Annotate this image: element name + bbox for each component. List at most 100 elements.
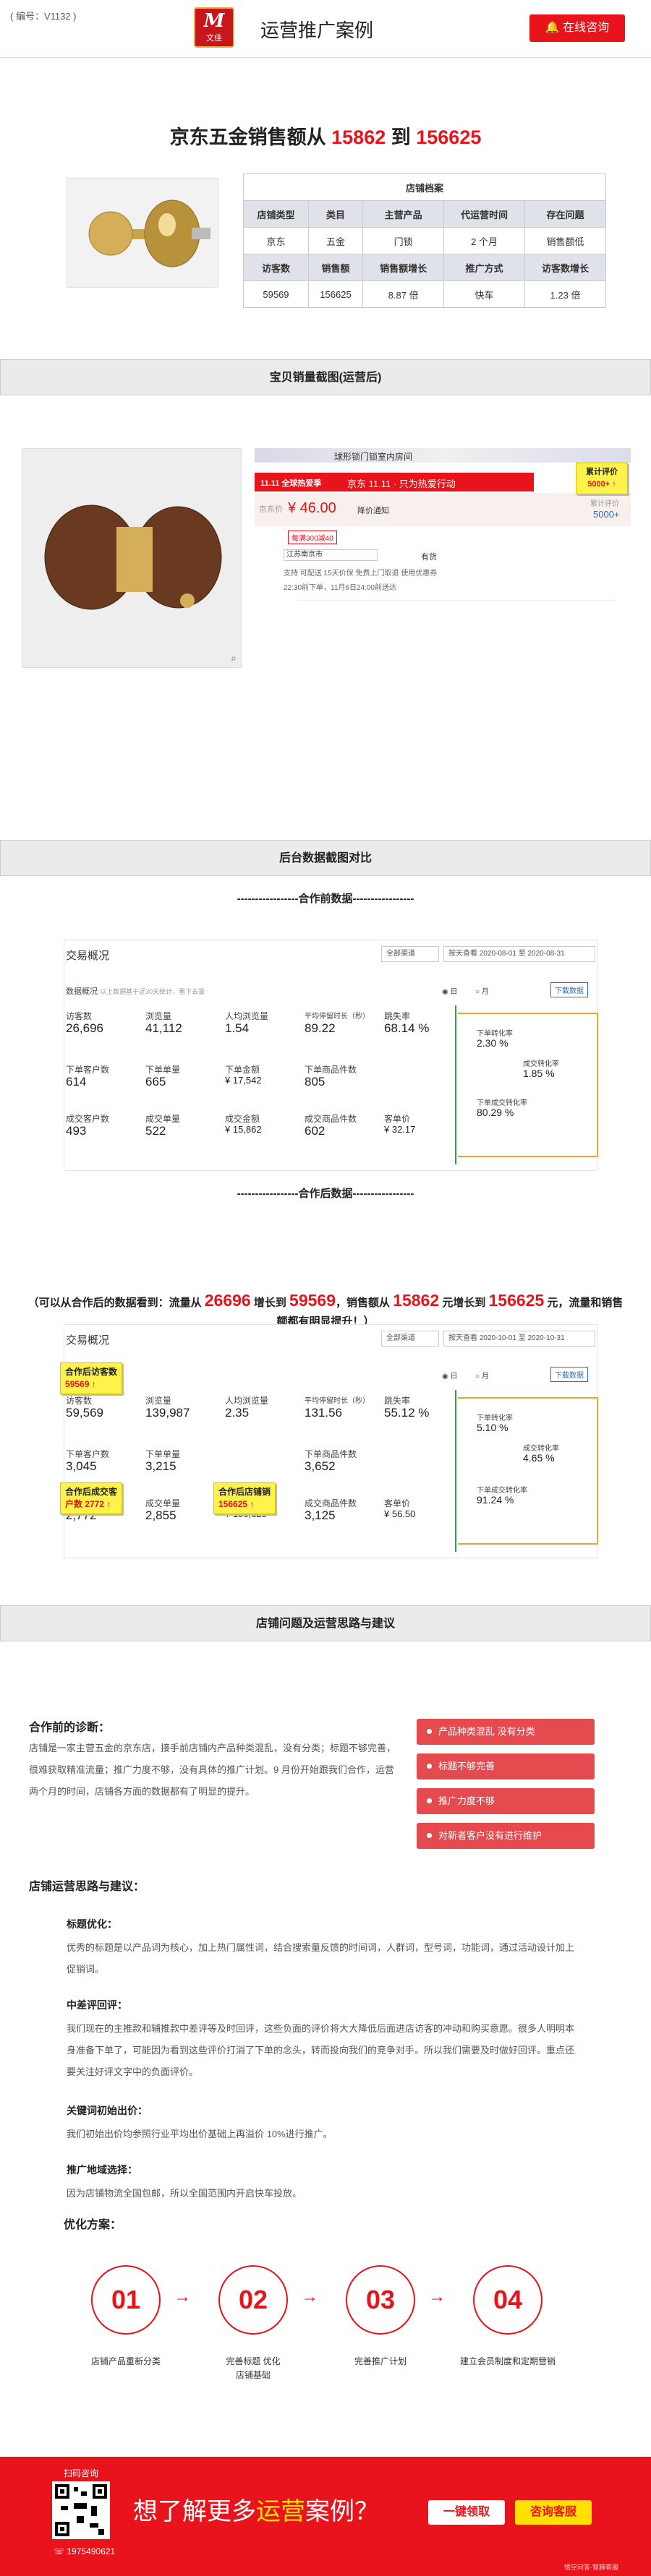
option-row xyxy=(298,600,616,614)
zoom-icon[interactable]: ⌕ xyxy=(231,652,237,664)
metric-label: 成交金额 xyxy=(225,1114,260,1124)
headline-to: 156625 xyxy=(416,126,482,148)
section-backend-compare: 后台数据截图对比 xyxy=(0,840,651,876)
tab-day-label: 日 xyxy=(450,988,458,996)
watermark: 悟空问答·智蹄客服 xyxy=(564,2564,618,2571)
rate-label: 成交转化率 xyxy=(523,1060,559,1068)
archive-cell: 销售额 xyxy=(307,254,364,281)
tab-month[interactable]: ○ 月 xyxy=(475,985,489,996)
online-consult-button[interactable]: 🔔 在线咨询 xyxy=(529,14,625,42)
issue-tag: 对新者客户没有进行维护 xyxy=(417,1823,595,1849)
channel-select[interactable]: 全部渠道 xyxy=(381,946,439,962)
metric-label: 成交单量 xyxy=(145,1498,181,1508)
footer-cta: 扫码咨询 ☏ 1975490621 想了解更多运营案例？ 一键领取 咨询客服 悟… xyxy=(0,2457,651,2576)
deal-buyers-note: 合作后成交客 户数 2772 ↑ xyxy=(60,1482,123,1514)
metric-value: 614 xyxy=(66,1075,87,1089)
cmp-value: 59569 xyxy=(289,1291,336,1310)
metric-value: 131.56 xyxy=(305,1406,342,1420)
tab-month[interactable]: ○ 月 xyxy=(475,1370,489,1381)
section-issues-advice: 店铺问题及运营思路与建议 xyxy=(0,1605,651,1641)
metric-label: 下单单量 xyxy=(145,1449,181,1459)
note-value: 59569 ↑ xyxy=(65,1379,96,1389)
archive-cell: 门锁 xyxy=(362,227,445,254)
overview-hint: 以上数据基于近30天统计，看下去量 xyxy=(100,988,205,995)
product-title-bar xyxy=(255,448,631,463)
headline-mid: 到 xyxy=(386,126,417,148)
cumul-value: 5000+ xyxy=(593,509,620,520)
archive-cell: 销售额增长 xyxy=(362,254,445,281)
metric-label: 平均停留时长（秒） xyxy=(305,1013,370,1021)
metric-label: 下单金额 xyxy=(225,1065,260,1075)
phone-icon: ☏ xyxy=(54,2546,65,2556)
product-title: 球形锁门锁室内房间 xyxy=(334,452,413,462)
consult-service-button[interactable]: 咨询客服 xyxy=(515,2500,592,2525)
consult-label: 在线咨询 xyxy=(563,22,610,34)
metric-label: 人均浏览量 xyxy=(225,1011,269,1021)
bell-icon: 🔔 xyxy=(545,22,560,34)
step-circle: 03 xyxy=(346,2265,415,2335)
metric-value: 41,112 xyxy=(145,1021,182,1035)
metric-value: 3,045 xyxy=(66,1459,97,1473)
advice-heading: 中差评回评： xyxy=(67,1999,127,2011)
phone-row[interactable]: ☏ 1975490621 xyxy=(54,2546,115,2556)
headline-from: 15862 xyxy=(331,126,386,148)
advice-body: 我们初始出价均参照行业平均出价基础上再溢价 10%进行推广。 xyxy=(67,2129,333,2139)
metric-value: ¥ 32.17 xyxy=(384,1124,416,1135)
note-label: 合作后访客数 xyxy=(65,1367,118,1377)
step-circle: 02 xyxy=(218,2265,288,2335)
download-button[interactable]: 下载数据 xyxy=(550,982,588,997)
claim-button[interactable]: 一键领取 xyxy=(428,2500,505,2525)
visitors-note: 合作后访客数 59569 ↑ xyxy=(60,1362,123,1394)
advice-body: 优秀的标题是以产品词为核心，加上热门属性词，结合搜索量反馈的时间词，人群词，型号… xyxy=(67,1942,575,1975)
qr-code[interactable] xyxy=(52,2481,110,2539)
metric-label: 下单单量 xyxy=(145,1065,181,1075)
cmp-text: 元增长到 xyxy=(439,1297,489,1309)
product-info-panel: 球形锁门锁室内房间 11.11 全球热爱季 京东 11.11 · 只为热爱行动 … xyxy=(255,448,631,668)
download-label: 下载数据 xyxy=(555,987,584,995)
panel-title: 交易概况 xyxy=(66,950,110,962)
tab-month-label: 月 xyxy=(481,1373,489,1381)
brand-logo[interactable]: M 文佳 xyxy=(194,7,234,48)
download-button[interactable]: 下载数据 xyxy=(550,1367,588,1382)
price-notify-link[interactable]: 降价通知 xyxy=(357,505,389,516)
rate-value: 80.29 % xyxy=(477,1107,514,1118)
price-row: 京东价 ¥ 46.00 降价通知 累计评价 5000+ xyxy=(255,493,631,526)
tab-day[interactable]: ◉ 日 xyxy=(442,1370,458,1381)
before-label: -----------------合作前数据----------------- xyxy=(237,893,414,905)
note-label: 累计评价 xyxy=(586,468,618,476)
coupon-badge[interactable]: 每满300减40 xyxy=(288,531,337,544)
delivery-region[interactable]: 江苏南京市 xyxy=(284,549,378,561)
channel-select[interactable]: 全部渠道 xyxy=(381,1331,439,1347)
headline-prefix: 京东五金销售额从 xyxy=(169,126,332,148)
metric-value: 2.35 xyxy=(225,1406,250,1420)
metric-label: 下单客户数 xyxy=(66,1449,110,1459)
archive-cell: 59569 xyxy=(243,280,309,308)
overview-label: 数据概况 以上数据基于近30天统计，看下去量 xyxy=(66,985,205,997)
rate-value: 1.85 % xyxy=(523,1068,555,1079)
plan-title: 优化方案： xyxy=(64,2219,122,2231)
metrics-divider xyxy=(455,1390,456,1552)
metrics-grid: 访客数 26,696 浏览量 41,112 人均浏览量 1.54 平均停留时长（秒） 8… xyxy=(64,1001,455,1169)
case-headline: 京东五金销售额从 15862 到 156625 xyxy=(0,121,651,150)
advice-body: 因为店铺物流全国包邮，所以全国范围内开启快车投放。 xyxy=(67,2188,302,2199)
date-range-select[interactable]: 按天查看 2020-10-01 至 2020-10-31 xyxy=(443,1331,595,1347)
page-header: ( 编号：V1132 ) M 文佳 运营推广案例 🔔 在线咨询 xyxy=(0,0,651,58)
qr-code-icon xyxy=(55,2484,107,2536)
tab-day-label: 日 xyxy=(450,1373,458,1381)
download-label: 下载数据 xyxy=(555,1372,584,1380)
cmp-value: 156625 xyxy=(488,1291,545,1310)
advice-heading: 关键词初始出价： xyxy=(67,2105,148,2116)
note-label: 合作后成交客 xyxy=(65,1487,118,1497)
metric-label: 成交客户数 xyxy=(66,1114,110,1124)
page-title: 运营推广案例 xyxy=(260,20,374,41)
archive-cell: 访客数 xyxy=(243,254,309,281)
date-range-select[interactable]: 按天查看 2020-08-01 至 2020-08-31 xyxy=(443,946,595,962)
overview-text: 数据概况 xyxy=(66,987,98,996)
tab-day[interactable]: ◉ 日 xyxy=(442,985,458,996)
archive-cell: 存在问题 xyxy=(524,200,606,228)
logo-mark: M xyxy=(203,10,225,32)
archive-cell: 推广方式 xyxy=(443,254,526,281)
note-label: 合作后店铺销 xyxy=(218,1487,271,1497)
archive-caption: 店铺档案 xyxy=(243,173,606,201)
advice-heading: 推广地域选择： xyxy=(67,2164,137,2176)
